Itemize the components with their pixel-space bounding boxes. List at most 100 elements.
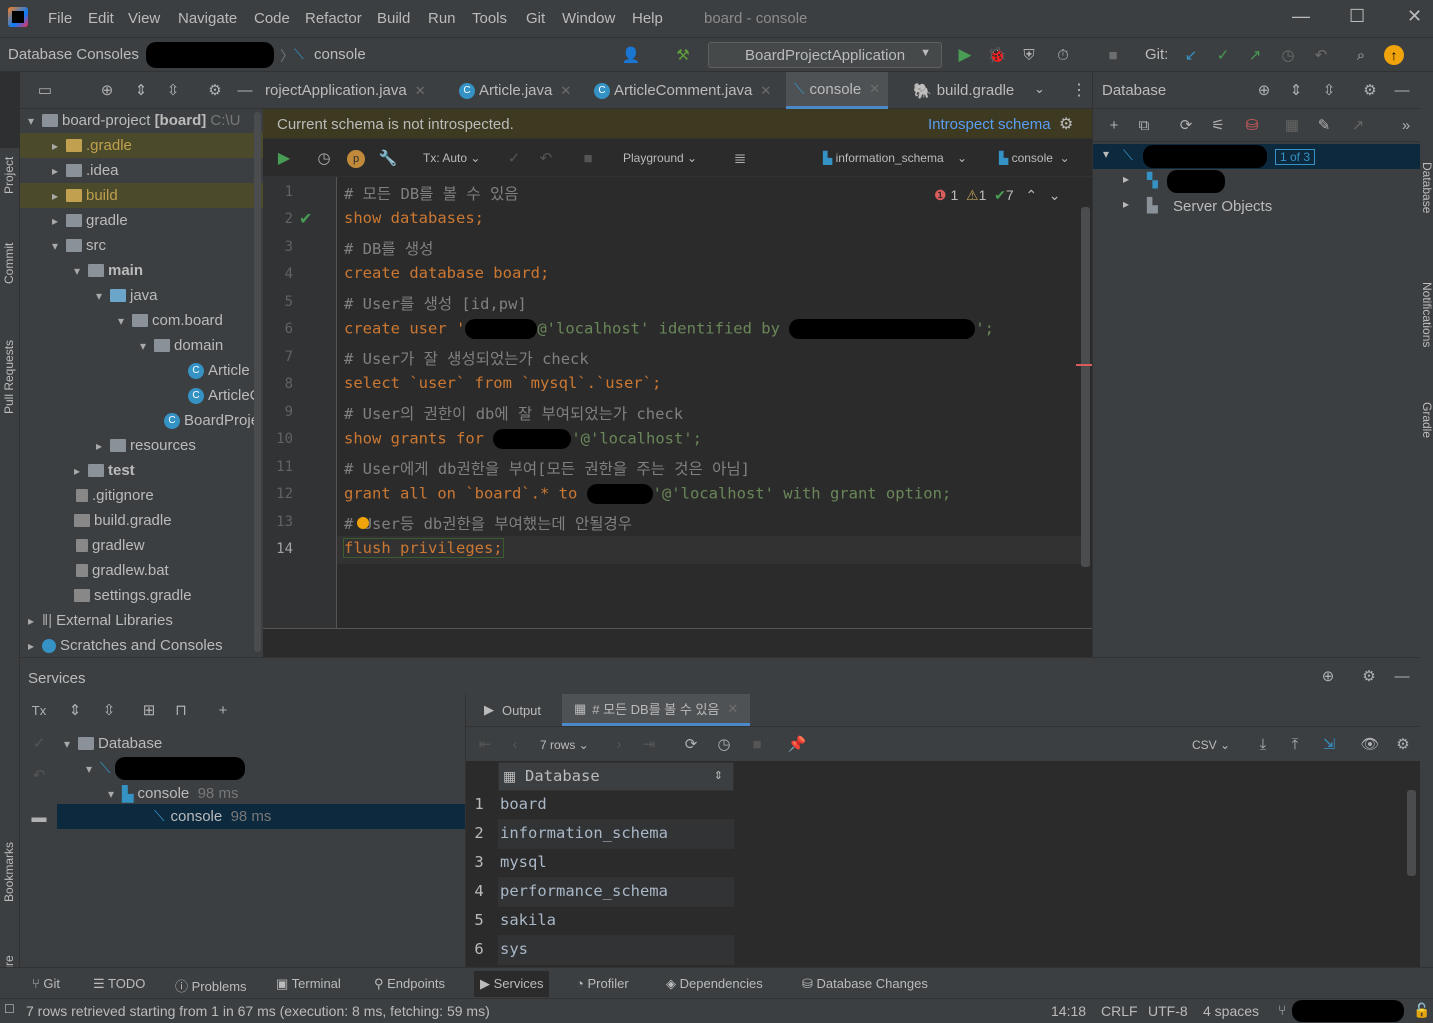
first-page-icon[interactable]: ⇤ <box>474 733 496 755</box>
tab-boardprojectapplication[interactable]: rojectApplication.java ✕ <box>265 72 426 109</box>
expand-all-icon[interactable]: ⇕ <box>130 79 152 101</box>
column-header-database[interactable]: ▦ Database ⇕ <box>498 762 734 791</box>
expand-all-icon[interactable]: ⇕ <box>1285 79 1307 101</box>
table-row[interactable]: board <box>498 791 734 820</box>
locate-icon[interactable]: ⊕ <box>1317 665 1339 687</box>
cell-database[interactable]: information_schema <box>500 824 668 842</box>
tool-database-changes[interactable]: ⛁ Database Changes <box>802 976 928 992</box>
tab-output[interactable]: ▶ Output <box>484 702 541 718</box>
cell-database[interactable]: board <box>500 795 547 813</box>
tool-notifications[interactable]: Notifications <box>1420 282 1433 347</box>
tree-item-src[interactable]: ▾ src <box>52 233 106 258</box>
sort-icon[interactable]: ⇕ <box>714 769 723 782</box>
cell-database[interactable]: performance_schema <box>500 882 668 900</box>
parameters-icon[interactable]: p <box>347 150 365 168</box>
user-icon[interactable]: 👤 <box>620 44 642 66</box>
tab-build-gradle[interactable]: 🐘 build.gradle <box>913 72 1014 109</box>
tree-item-scratches[interactable]: ▸ Scratches and Consoles <box>28 633 223 658</box>
rows-select[interactable]: 7 rows ⌄ <box>540 738 589 752</box>
refresh-icon[interactable]: ⟳ <box>1175 114 1197 136</box>
tree-item-gitignore[interactable]: .gitignore <box>76 483 154 508</box>
tab-console[interactable]: ⟍ console ✕ <box>786 72 889 109</box>
menu-file[interactable]: File <box>48 10 72 27</box>
pin-icon[interactable]: 📌 <box>786 733 808 755</box>
tool-services[interactable]: ▶ Services <box>474 971 550 997</box>
tool-profiler[interactable]: ◔ Profiler <box>576 976 629 991</box>
edit-icon[interactable]: ✎ <box>1313 114 1335 136</box>
menu-edit[interactable]: Edit <box>88 10 114 27</box>
settings-icon[interactable]: ⚙ <box>1359 79 1381 101</box>
add-service-icon[interactable]: + <box>212 699 234 721</box>
status-toggle-icon[interactable]: ☐ <box>4 1002 15 1016</box>
hammer-build-icon[interactable]: ⚒ <box>672 44 694 66</box>
status-message[interactable]: 7 rows retrieved starting from 1 in 67 m… <box>26 1003 490 1019</box>
tree-item-test[interactable]: ▸ test <box>74 458 135 483</box>
rollback-icon[interactable]: ↶ <box>28 764 50 786</box>
tree-item-build-gradle[interactable]: build.gradle <box>74 508 172 533</box>
tree-item-gradle[interactable]: ▸ gradle <box>52 208 128 233</box>
git-branch-icon[interactable]: ⑂ <box>1278 1002 1286 1018</box>
export-format-select[interactable]: CSV ⌄ <box>1192 738 1230 752</box>
tx-icon[interactable]: Tx <box>28 699 50 721</box>
history-icon[interactable]: ◷ <box>313 147 335 169</box>
tool-git[interactable]: ⑂ Git <box>32 976 60 991</box>
commit-icon[interactable]: ✓ <box>503 147 525 169</box>
prev-page-icon[interactable]: ‹ <box>504 733 526 755</box>
tool-todo[interactable]: ☰ TODO <box>93 976 145 992</box>
settings-icon[interactable]: ⚙ <box>1392 733 1414 755</box>
table-row[interactable]: sakila <box>498 907 734 936</box>
tree-item-domain[interactable]: ▾ domain <box>140 333 223 358</box>
indent-setting[interactable]: 4 spaces <box>1203 1003 1259 1019</box>
filter-icon[interactable]: ⊓ <box>170 699 192 721</box>
menu-git[interactable]: Git <box>526 10 545 27</box>
execute-icon[interactable]: ▶ <box>273 147 295 169</box>
tree-item-board-project[interactable]: ▾ board-project [board] C:\U <box>28 108 240 133</box>
upload-icon[interactable]: ⤒ <box>1284 733 1306 755</box>
stop-icon[interactable]: ■ <box>577 147 599 169</box>
tool-problems[interactable]: ⓘ Problems <box>175 976 247 995</box>
tool-gradle[interactable]: Gradle <box>1420 402 1433 438</box>
menu-window[interactable]: Window <box>562 10 615 27</box>
cell-database[interactable]: mysql <box>500 853 547 871</box>
tool-endpoints[interactable]: ⚲ Endpoints <box>374 976 445 992</box>
service-datasource[interactable]: ▾ ⟍ <box>86 756 245 781</box>
menu-refactor[interactable]: Refactor <box>305 10 362 27</box>
close-window-button[interactable]: ✕ <box>1407 6 1422 27</box>
coverage-icon[interactable]: ⛨ <box>1018 44 1040 66</box>
collapse-all-icon[interactable]: ⇳ <box>1318 79 1340 101</box>
session-select[interactable]: ▙ console ⌄ <box>999 151 1070 165</box>
stop-icon[interactable]: ■ <box>746 733 768 755</box>
service-console-group[interactable]: ▾ ▙ console 98 ms <box>108 781 238 806</box>
menu-tools[interactable]: Tools <box>472 10 507 27</box>
locate-icon[interactable]: ⊕ <box>1253 79 1275 101</box>
tab-article[interactable]: C Article.java ✕ <box>459 72 571 109</box>
tree-item-build-dir[interactable]: ▸ build <box>20 183 263 208</box>
hide-icon[interactable]: — <box>1391 79 1413 101</box>
tree-item-main[interactable]: ▾ main <box>74 258 143 283</box>
stop-icon[interactable]: ■ <box>1102 44 1124 66</box>
tool-terminal[interactable]: ▣ Terminal <box>276 976 341 992</box>
introspect-schema-link[interactable]: Introspect schema <box>928 116 1051 133</box>
service-database[interactable]: ▾ Database <box>64 731 162 756</box>
project-scrollbar[interactable] <box>254 112 261 652</box>
tree-item-gradlew-bat[interactable]: gradlew.bat <box>76 558 169 583</box>
maximize-button[interactable]: ☐ <box>1349 6 1365 27</box>
tree-item-settings-gradle[interactable]: settings.gradle <box>74 583 192 608</box>
editor-scrollbar[interactable] <box>1081 207 1090 567</box>
hide-icon[interactable]: — <box>1391 665 1413 687</box>
tree-item-java[interactable]: ▾ java <box>96 283 158 308</box>
output-table-icon[interactable]: ≣ <box>729 147 751 169</box>
expand-all-icon[interactable]: ⇕ <box>64 699 86 721</box>
menu-code[interactable]: Code <box>254 10 290 27</box>
group-icon[interactable]: ⊞ <box>138 699 160 721</box>
table-icon[interactable]: ▦ <box>1281 114 1303 136</box>
intention-bulb-icon[interactable] <box>357 517 369 529</box>
tool-project[interactable]: Project <box>2 157 16 194</box>
git-push-icon[interactable]: ↗ <box>1244 44 1266 66</box>
schema-filter-icon[interactable]: ⚟ <box>1207 114 1229 136</box>
datasource-row[interactable]: ▾ ⟍ 1 of 3 <box>1093 144 1421 169</box>
git-commit-icon[interactable]: ✓ <box>1212 44 1234 66</box>
collapse-all-icon[interactable]: ⇳ <box>98 699 120 721</box>
menu-run[interactable]: Run <box>428 10 456 27</box>
tree-item-article[interactable]: C Article <box>188 358 250 383</box>
